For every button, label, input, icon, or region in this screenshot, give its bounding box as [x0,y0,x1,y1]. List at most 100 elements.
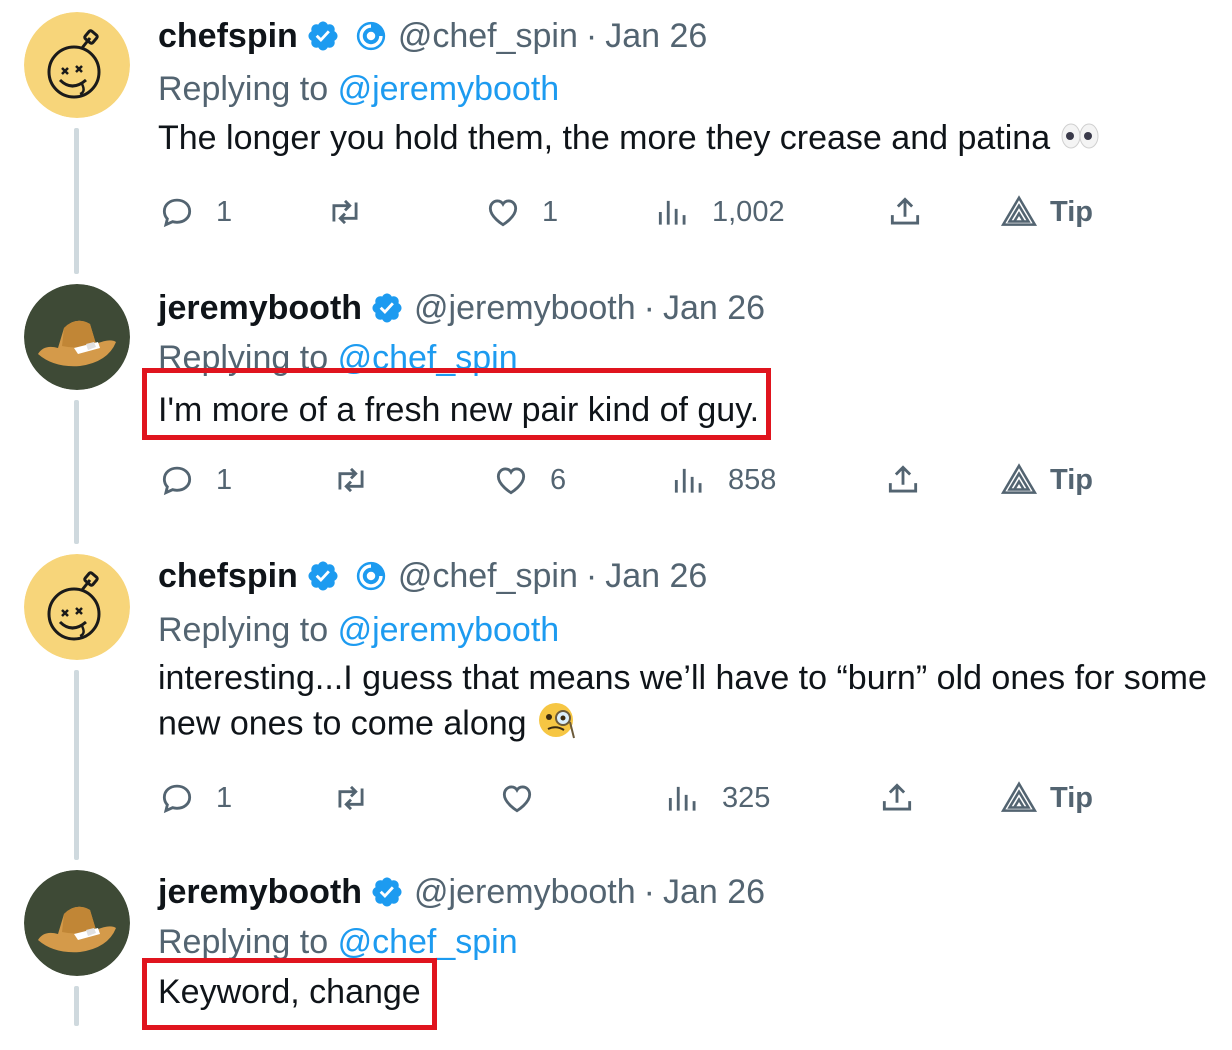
tweet-text-line: interesting...I guess that means we’ll h… [158,659,1207,697]
retweet-icon [332,199,358,225]
user-handle[interactable]: @jeremybooth [414,872,636,912]
like-count: 6 [550,463,567,496]
replying-label: Replying to [158,70,329,108]
highlight-box [142,958,437,1030]
tweet-date[interactable]: Jan 26 [663,288,765,328]
share-icon [890,197,920,225]
avatar[interactable] [24,870,130,976]
replying-to-link[interactable]: @jeremybooth [338,611,560,649]
reply-button[interactable]: 1 [158,458,232,502]
highlight-box [142,368,771,440]
thread-line [74,670,79,860]
share-icon [882,783,912,811]
like-button[interactable] [498,776,556,820]
tweet-date[interactable]: Jan 26 [605,556,707,596]
tip-button[interactable]: Tip [1000,776,1093,820]
reply-icon [162,466,192,496]
separator-dot: · [643,873,655,911]
replying-to-link[interactable]: @chef_spin [338,923,518,961]
user-handle[interactable]: @chef_spin [398,16,578,56]
cowboy-hat-avatar-icon [24,870,130,976]
tweet[interactable]: chefspin @chef_spin · Jan 26 Replying to… [0,0,1232,274]
views-button[interactable]: 858 [670,458,776,502]
like-count: 1 [542,195,559,228]
share-button[interactable] [884,458,922,502]
tip-triangle-icon [1000,781,1038,812]
verified-badge-icon [306,19,340,53]
replying-label: Replying to [158,923,329,961]
avatar[interactable] [24,12,130,118]
share-button[interactable] [878,776,916,820]
tweet-header: jeremybooth @jeremybooth · Jan 26 [158,288,765,328]
tweet[interactable]: chefspin @chef_spin · Jan 26 Replying to… [0,542,1232,860]
tweet-header: jeremybooth @jeremybooth · Jan 26 [158,872,765,912]
replying-to: Replying to @jeremybooth [158,610,559,650]
heart-icon [502,785,532,813]
separator-dot: · [585,557,598,595]
eyes-emoji-icon [1060,118,1100,162]
view-count: 1,002 [712,195,785,228]
reply-count: 1 [216,463,233,496]
views-chart-icon [674,468,702,493]
tip-triangle-icon [1000,463,1038,494]
tip-label: Tip [1050,781,1093,814]
thread-line [74,986,79,1026]
views-chart-icon [668,786,696,811]
tip-button[interactable]: Tip [1000,458,1093,502]
retweet-button[interactable] [326,190,364,234]
subscription-badge-icon [354,19,388,53]
tweet-header: chefspin @chef_spin · Jan 26 [158,16,707,56]
heart-icon [496,467,526,495]
views-button[interactable]: 325 [664,776,770,820]
retweet-icon [338,785,364,811]
display-name[interactable]: chefspin [158,16,298,56]
replying-to: Replying to @jeremybooth [158,69,559,109]
reply-count: 1 [216,195,233,228]
display-name[interactable]: jeremybooth [158,872,362,912]
verified-badge-icon [306,559,340,593]
tip-button[interactable]: Tip [1000,190,1093,234]
bomb-smiley-avatar-icon [24,12,130,118]
display-name[interactable]: jeremybooth [158,288,362,328]
tip-label: Tip [1050,195,1093,228]
share-button[interactable] [886,190,924,234]
monocle-face-emoji-icon [536,700,580,751]
user-handle[interactable]: @chef_spin [398,556,578,596]
tweet-header: chefspin @chef_spin · Jan 26 [158,556,707,596]
subscription-badge-icon [354,559,388,593]
heart-icon [488,199,518,227]
views-button[interactable]: 1,002 [654,190,785,234]
tweet-actions: 1 1 1,002 Tip [158,190,1118,234]
separator-dot: · [585,17,598,55]
retweet-button[interactable] [332,458,370,502]
view-count: 325 [722,781,771,814]
replying-to: Replying to @chef_spin [158,922,518,962]
cowboy-hat-avatar-icon [24,284,130,390]
reply-thread: chefspin @chef_spin · Jan 26 Replying to… [0,0,1232,1050]
tweet-date[interactable]: Jan 26 [605,16,707,56]
replying-to-link[interactable]: @jeremybooth [338,70,560,108]
reply-button[interactable]: 1 [158,190,232,234]
tweet-date[interactable]: Jan 26 [663,872,765,912]
retweet-button[interactable] [332,776,370,820]
reply-button[interactable]: 1 [158,776,232,820]
verified-badge-icon [370,291,404,325]
tip-triangle-icon [1000,195,1038,226]
avatar[interactable] [24,554,130,660]
tweet-text-line-wrap: new ones to come along [158,700,1232,751]
share-icon [888,465,918,493]
display-name[interactable]: chefspin [158,556,298,596]
verified-badge-icon [370,875,404,909]
tweet-text: The longer you hold them, the more they … [158,116,1232,162]
thread-line [74,128,79,274]
like-button[interactable]: 6 [492,458,566,502]
avatar[interactable] [24,284,130,390]
reply-count: 1 [216,781,233,814]
views-chart-icon [658,200,686,225]
user-handle[interactable]: @jeremybooth [414,288,636,328]
tweet-actions: 1 325 Tip [158,776,1118,820]
tweet-actions: 1 6 858 Tip [158,458,1118,502]
like-button[interactable]: 1 [484,190,558,234]
tweet-text-content: The longer you hold them, the more they … [158,119,1051,157]
tweet-text: interesting...I guess that means we’ll h… [158,656,1232,751]
